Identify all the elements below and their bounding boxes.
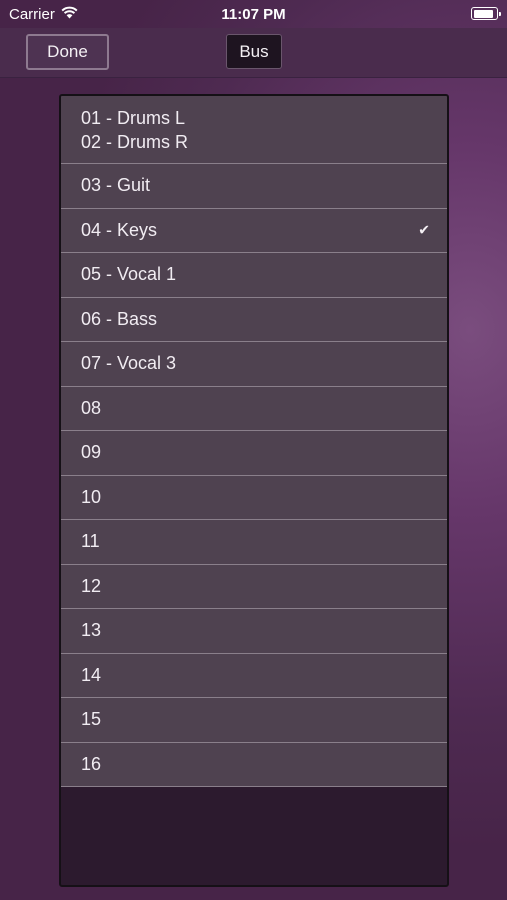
list-item[interactable]: 16	[61, 742, 447, 787]
list-item-label: 12	[81, 575, 102, 596]
list-item[interactable]: 09	[61, 431, 447, 476]
list-item[interactable]: 08	[61, 386, 447, 431]
list-item-label: 03 - Guit	[81, 175, 151, 196]
battery-icon	[471, 7, 501, 20]
bus-button[interactable]: Bus	[226, 34, 282, 69]
list-item-label: 07 - Vocal 3	[81, 353, 177, 374]
checkmark-icon: ✔	[418, 221, 430, 238]
status-time: 11:07 PM	[221, 6, 286, 23]
list-item-label: 05 - Vocal 1	[81, 264, 177, 285]
done-button[interactable]: Done	[26, 34, 109, 70]
list-item[interactable]: 06 - Bass	[61, 297, 447, 342]
list-item-label: 13	[81, 620, 102, 641]
list-item[interactable]: 10	[61, 475, 447, 520]
list-item-label: 06 - Bass	[81, 308, 158, 329]
list-item-label: 10	[81, 486, 102, 507]
list-item[interactable]: 14	[61, 653, 447, 698]
list-item[interactable]: 13	[61, 609, 447, 654]
battery-level	[473, 9, 494, 18]
list-item-drums[interactable]: 01 - Drums L 02 - Drums R	[61, 96, 447, 164]
list-item-label: 11	[81, 531, 100, 552]
channel-list-panel: 01 - Drums L 02 - Drums R 03 - Guit 04 - …	[59, 94, 449, 887]
list-item-label: 04 - Keys	[81, 219, 158, 240]
list-item[interactable]: 04 - Keys ✔	[61, 208, 447, 253]
list-item[interactable]: 05 - Vocal 1	[61, 253, 447, 298]
nav-bar: Done Bus	[0, 28, 507, 78]
list-item-label: 09	[81, 442, 102, 463]
list-item[interactable]: 03 - Guit	[61, 164, 447, 209]
channel-list[interactable]: 01 - Drums L 02 - Drums R 03 - Guit 04 - …	[61, 96, 447, 787]
list-item-label: 16	[81, 753, 102, 774]
list-item-label: 14	[81, 664, 102, 685]
list-item[interactable]: 12	[61, 564, 447, 609]
list-item-label: 08	[81, 397, 102, 418]
list-item-label: 15	[81, 709, 102, 730]
status-bar: Carrier 11:07 PM	[0, 0, 507, 28]
list-item-label: 02 - Drums R	[81, 131, 189, 152]
list-item[interactable]: 07 - Vocal 3	[61, 342, 447, 387]
list-item-label: 01 - Drums L	[81, 107, 186, 128]
list-item[interactable]: 11	[61, 520, 447, 565]
battery-tip	[499, 11, 501, 16]
list-item[interactable]: 15	[61, 698, 447, 743]
